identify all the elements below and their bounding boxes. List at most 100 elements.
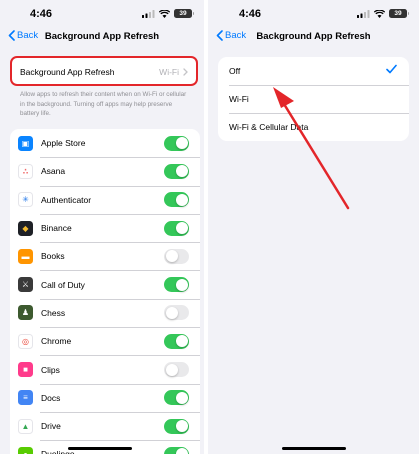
app-row-asana: ∴ Asana (10, 157, 200, 185)
toggle-knob (175, 165, 188, 178)
checkmark-icon (386, 64, 397, 74)
docs-icon: ≡ (18, 390, 33, 406)
app-toggle[interactable] (164, 192, 189, 208)
app-row-call-of-duty: ⚔ Call of Duty (10, 270, 200, 298)
left-screen: 4:46 39 Back Background App Refresh Back… (0, 0, 204, 454)
chevron-left-icon (8, 30, 15, 41)
app-row-clips: ■ Clips (10, 355, 200, 383)
toggle-knob (175, 335, 188, 348)
chevron-left-icon (216, 30, 223, 41)
status-time: 4:46 (30, 8, 53, 20)
toggle-knob (165, 250, 178, 263)
status-bar: 4:46 39 (0, 0, 204, 26)
refresh-options-list: Off Wi-Fi Wi-Fi & Cellular Data (218, 57, 409, 141)
apple-store-icon: ▣ (18, 135, 33, 151)
background-app-refresh-setting[interactable]: Background App Refresh Wi-Fi (10, 56, 198, 86)
app-name: Call of Duty (41, 279, 85, 290)
toggle-knob (165, 363, 178, 376)
option-wi-fi-cellular-data[interactable]: Wi-Fi & Cellular Data (218, 113, 409, 141)
status-time-right: 4:46 (239, 8, 262, 20)
app-name: Books (41, 251, 65, 262)
back-label-right: Back (225, 30, 247, 41)
app-toggle[interactable] (164, 163, 189, 179)
wifi-icon (159, 9, 170, 18)
setting-footnote: Allow apps to refresh their content when… (20, 91, 187, 117)
app-name: Chess (41, 307, 66, 318)
setting-label: Background App Refresh (20, 67, 115, 77)
toggle-knob (175, 420, 188, 433)
option-label: Wi-Fi & Cellular Data (229, 122, 309, 132)
setting-value: Wi-Fi (159, 67, 188, 77)
battery-level: 39 (179, 10, 187, 17)
right-screen: 4:46 39 Back Background App Refresh Off W… (208, 0, 419, 454)
chess-icon: ♟ (18, 305, 33, 321)
status-bar-right: 4:46 39 (208, 0, 419, 26)
app-toggle[interactable] (164, 135, 189, 151)
back-button[interactable]: Back (8, 30, 38, 41)
asana-icon: ∴ (18, 163, 33, 179)
app-row-drive: ▲ Drive (10, 411, 200, 440)
app-row-binance: ◆ Binance (10, 213, 200, 242)
app-toggle[interactable] (164, 418, 189, 434)
app-name: Clips (41, 364, 60, 375)
app-toggle[interactable] (164, 333, 189, 349)
back-button-right[interactable]: Back (216, 30, 246, 41)
option-label: Off (229, 66, 241, 76)
app-toggle[interactable] (164, 220, 189, 236)
app-name: Docs (41, 392, 61, 403)
toggle-knob (175, 448, 188, 454)
app-toggle[interactable] (164, 248, 189, 264)
toggle-knob (175, 193, 188, 206)
toggle-knob (175, 391, 188, 404)
wifi-icon (374, 9, 385, 18)
app-toggle[interactable] (164, 305, 189, 321)
drive-icon: ▲ (18, 418, 33, 434)
status-icons-right: 39 (357, 9, 409, 18)
app-row-chrome: ◎ Chrome (10, 327, 200, 355)
app-toggle[interactable] (164, 446, 189, 454)
nav-bar: Back Background App Refresh (0, 26, 204, 48)
status-icons: 39 (142, 9, 194, 18)
authenticator-icon: ✳ (18, 192, 33, 208)
app-name: Apple Store (41, 138, 86, 149)
duolingo-icon: ● (18, 446, 33, 454)
battery-icon: 39 (389, 9, 409, 18)
app-name: Authenticator (41, 194, 92, 205)
option-off[interactable]: Off (218, 57, 409, 85)
back-label: Back (17, 30, 39, 41)
setting-value-text: Wi-Fi (159, 67, 179, 77)
chevron-right-icon (183, 68, 188, 76)
app-name: Chrome (41, 336, 72, 347)
binance-icon: ◆ (18, 220, 33, 236)
apps-list: ▣ Apple Store ∴ Asana ✳ Authenticator ◆ Binance… (10, 129, 200, 454)
battery-level-right: 39 (394, 10, 402, 17)
app-row-authenticator: ✳ Authenticator (10, 185, 200, 214)
app-toggle[interactable] (164, 390, 189, 406)
app-toggle[interactable] (164, 362, 189, 378)
cellular-signal-icon (357, 9, 370, 18)
home-indicator (68, 446, 132, 450)
app-name: Duolingo (41, 449, 75, 454)
call-of-duty-icon: ⚔ (18, 277, 33, 293)
cellular-signal-icon (142, 9, 155, 18)
toggle-knob (165, 306, 178, 319)
battery-icon: 39 (174, 9, 194, 18)
app-name: Drive (41, 421, 61, 432)
home-indicator-right (282, 446, 346, 450)
app-toggle[interactable] (164, 277, 189, 293)
clips-icon: ■ (18, 362, 33, 378)
nav-bar-right: Back Background App Refresh (208, 26, 419, 48)
toggle-knob (175, 278, 188, 291)
app-row-apple-store: ▣ Apple Store (10, 129, 200, 157)
app-name: Asana (41, 166, 66, 177)
app-row-docs: ≡ Docs (10, 383, 200, 412)
option-wi-fi[interactable]: Wi-Fi (218, 85, 409, 113)
option-label: Wi-Fi (229, 94, 249, 104)
app-row-books: ▬ Books (10, 242, 200, 270)
app-row-chess: ♟ Chess (10, 298, 200, 327)
toggle-knob (175, 137, 188, 150)
toggle-knob (175, 222, 188, 235)
books-icon: ▬ (18, 248, 33, 264)
app-name: Binance (41, 223, 72, 234)
chrome-icon: ◎ (18, 333, 33, 349)
